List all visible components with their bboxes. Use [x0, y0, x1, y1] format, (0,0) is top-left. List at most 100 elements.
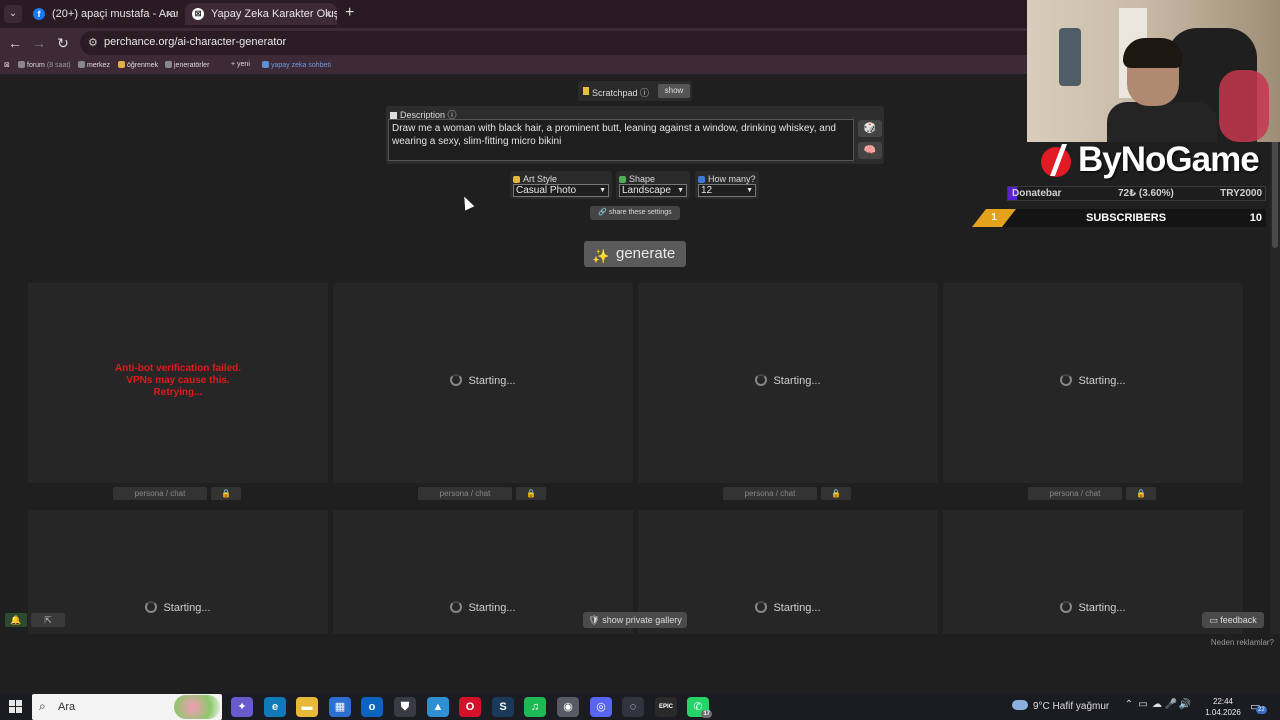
image-card: Starting...	[943, 283, 1243, 483]
weather-widget[interactable]: 9°C Hafif yağmur	[1012, 700, 1109, 712]
security-icon[interactable]: ⛊	[394, 697, 416, 717]
generate-button[interactable]: ✨ generate	[584, 241, 686, 267]
feedback-button[interactable]: ▭ feedback	[1202, 612, 1264, 628]
lock-icon[interactable]: 🔒	[821, 487, 851, 500]
error-line: VPNs may cause this.	[126, 375, 230, 386]
close-tab-icon[interactable]: ×	[166, 3, 173, 25]
donate-label: Donatebar	[1012, 188, 1062, 199]
clock-date: 1.04.2026	[1205, 708, 1241, 717]
shape-select[interactable]: Landscape ▼	[619, 184, 687, 197]
perchance-icon: ⊠	[192, 8, 204, 20]
store-icon[interactable]: ▦	[329, 697, 351, 717]
bookmark-forum[interactable]: forum (8 saat)	[18, 61, 71, 69]
taskbar-search[interactable]: ⌕ Ara	[32, 694, 222, 720]
persona-chat-button[interactable]: persona / chat	[1028, 487, 1122, 500]
private-gallery-label: show private gallery	[602, 615, 682, 625]
art-style-select[interactable]: Casual Photo ▼	[513, 184, 609, 197]
file-explorer-icon[interactable]: ▬	[296, 697, 318, 717]
bell-icon[interactable]: 🔔	[5, 613, 27, 627]
reload-icon[interactable]: ↻	[54, 34, 72, 52]
image-card: Anti-bot verification failed. VPNs may c…	[28, 283, 328, 483]
tab-ai-character-generator[interactable]: ⊠ Yapay Zeka Karakter Oluşturucu ×	[185, 3, 337, 25]
edge-icon[interactable]: e	[264, 697, 286, 717]
copilot-icon[interactable]: ✦	[231, 697, 253, 717]
tray-app-icon[interactable]: ▭	[1136, 699, 1150, 710]
microphone-icon[interactable]: 🎤	[1164, 699, 1178, 710]
loading-status: Starting...	[943, 601, 1243, 614]
cloud-rain-icon	[1012, 700, 1028, 710]
art-style-label-text: Art Style	[523, 174, 558, 184]
persona-chat-button[interactable]: persona / chat	[723, 487, 817, 500]
address-bar[interactable]: ⚙ perchance.org/ai-character-generator	[80, 31, 1040, 55]
volume-icon[interactable]: 🔊	[1178, 699, 1192, 710]
brain-icon[interactable]: 🧠	[858, 142, 882, 159]
loading-status: Starting...	[638, 374, 938, 387]
ogrenmek-icon	[118, 61, 125, 68]
whatsapp-icon[interactable]: ✆ 17	[687, 697, 712, 718]
lock-icon[interactable]: 🔒	[211, 487, 241, 500]
jeneratorler-icon	[165, 61, 172, 68]
subscribers-label: SUBSCRIBERS	[1086, 212, 1167, 224]
discord-icon[interactable]: ◎	[590, 697, 612, 717]
persona-chat-button[interactable]: persona / chat	[113, 487, 207, 500]
lock-icon[interactable]: 🔒	[516, 487, 546, 500]
onedrive-icon[interactable]: ☁	[1150, 699, 1164, 710]
share-settings-button[interactable]: 🔗 share these settings	[590, 206, 680, 220]
app-blue-icon[interactable]: ▲	[427, 697, 449, 717]
bookmark-yeni[interactable]: + yeni	[231, 61, 250, 68]
description-panel: Description ⓘ Draw me a woman with black…	[386, 106, 884, 164]
generate-label: generate	[616, 245, 676, 262]
forum-icon	[18, 61, 25, 68]
status-text: Starting...	[163, 602, 211, 614]
outlook-icon[interactable]: o	[361, 697, 383, 717]
steam-icon[interactable]: S	[492, 697, 514, 717]
why-ads-link[interactable]: Neden reklamlar?	[1211, 638, 1274, 647]
bynogame-mark-icon	[1041, 144, 1071, 177]
spotify-icon[interactable]: ♫	[524, 697, 546, 717]
error-line: Retrying...	[153, 387, 203, 398]
bookmark-ogrenmek[interactable]: öğrenmek	[118, 61, 158, 69]
windows-start-icon[interactable]	[9, 700, 23, 714]
lock-icon[interactable]: 🔒	[1126, 487, 1156, 500]
bookmark-yapay-zeka-sohbeti[interactable]: yapay zeka sohbeti	[262, 61, 331, 69]
show-hidden-icons-icon[interactable]: ⌃	[1122, 699, 1136, 710]
show-private-gallery-button[interactable]: 🛡 show private gallery	[583, 612, 687, 628]
forward-icon[interactable]: →	[30, 34, 48, 52]
sparkles-icon: ✨	[592, 248, 610, 264]
chevron-down-icon: ▼	[746, 187, 753, 194]
page-scrollbar[interactable]	[1270, 74, 1280, 634]
url-text[interactable]: perchance.org/ai-character-generator	[104, 36, 286, 48]
shape-label-text: Shape	[629, 174, 656, 184]
opera-icon[interactable]: O	[459, 697, 481, 717]
search-placeholder: Ara	[58, 701, 76, 713]
image-card: Starting...	[28, 510, 328, 634]
clock-time: 22:44	[1212, 697, 1234, 706]
new-tab-button[interactable]: +	[345, 4, 354, 22]
whatsapp-badge: 17	[701, 710, 712, 718]
chrome-icon[interactable]: ◉	[557, 697, 579, 717]
site-info-icon[interactable]: ⚙	[88, 36, 98, 49]
tab-search-icon[interactable]: ⌄	[4, 5, 22, 23]
webcam-person-hair	[1123, 38, 1183, 68]
tab-facebook[interactable]: f (20+) apaçi mustafa - Arama Sc ×	[26, 3, 178, 25]
tab-title: Yapay Zeka Karakter Oluşturucu	[211, 8, 337, 20]
bookmark-merkez[interactable]: merkez	[78, 61, 110, 69]
taskbar-clock[interactable]: 22:44 1.04.2026	[1205, 696, 1241, 718]
close-tab-icon[interactable]: ×	[325, 3, 332, 25]
back-icon[interactable]: ←	[6, 34, 24, 52]
status-text: Starting...	[1078, 375, 1126, 387]
bookmark-apps-icon[interactable]: ⊠	[4, 61, 10, 69]
bookmark-jeneratorler[interactable]: jeneratörler	[165, 61, 209, 69]
art-style-value: Casual Photo	[516, 185, 577, 196]
app-circle-icon[interactable]: ◌	[622, 697, 644, 717]
epic-games-icon[interactable]: EPIC	[655, 697, 677, 717]
collapse-icon[interactable]: ⇱	[31, 613, 65, 627]
scratchpad-show-button[interactable]: show	[658, 84, 690, 98]
description-input[interactable]: Draw me a woman with black hair, a promi…	[388, 119, 854, 161]
persona-chat-button[interactable]: persona / chat	[418, 487, 512, 500]
dice-icon[interactable]: 🎲	[858, 120, 882, 137]
how-many-select[interactable]: 12 ▼	[698, 184, 756, 197]
brand-name: ByNoGame	[1078, 140, 1260, 179]
windows-taskbar: ⌕ Ara ✦ e ▬ ▦ o ⛊ ▲ O S ♫ ◉ ◎ ◌ EPIC ✆ 17 9°C Hafif yağ…	[0, 694, 1280, 720]
spinner-icon	[1060, 374, 1073, 386]
